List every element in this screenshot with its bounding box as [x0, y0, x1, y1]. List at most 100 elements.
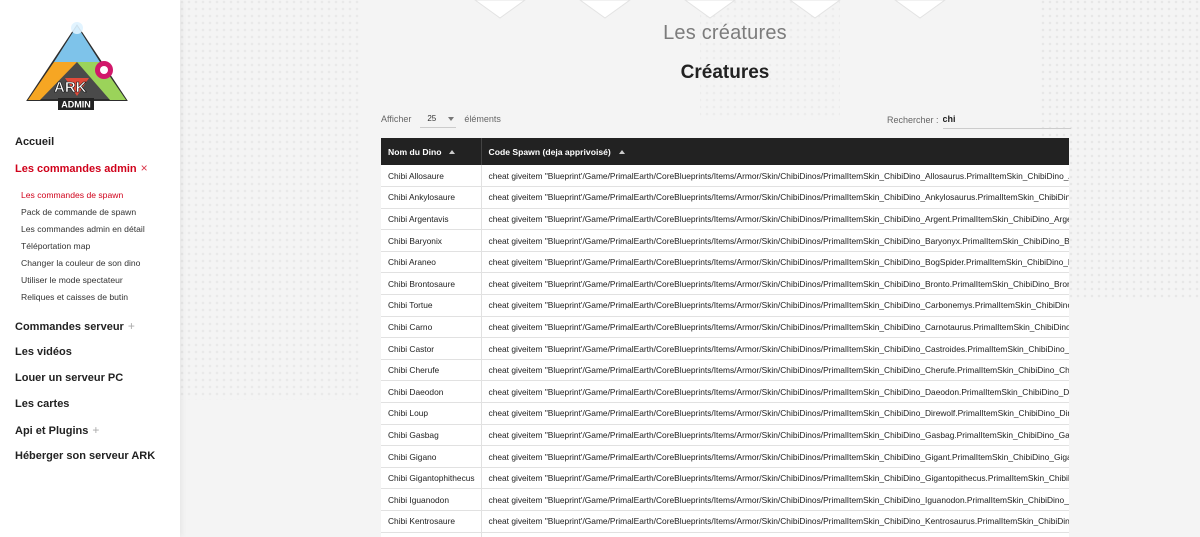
cell-dino-name[interactable]: Chibi Loup	[381, 402, 482, 425]
cell-dino-name[interactable]: Chibi Gigano	[381, 445, 482, 468]
column-header-nom[interactable]: Nom du Dino	[381, 138, 482, 165]
table-row: Chibi Gigantophithecus cheat giveitem "Bl…	[381, 467, 1069, 490]
cell-spawn-code[interactable]: cheat giveitem "Blueprint'/Game/PrimalEa…	[481, 532, 1069, 537]
table-row: Chibi Kentrosaure cheat giveitem "Bluepri…	[381, 510, 1069, 533]
cell-dino-name[interactable]: Chibi Argentavis	[381, 208, 482, 231]
column-header-label: Nom du Dino	[388, 146, 442, 157]
subnav-item-reliques[interactable]: Reliques et caisses de butin	[21, 289, 175, 306]
cell-spawn-code[interactable]: cheat giveitem "Blueprint'/Game/PrimalEa…	[481, 229, 1069, 252]
cell-spawn-code[interactable]: cheat giveitem "Blueprint'/Game/PrimalEa…	[481, 380, 1069, 404]
cell-dino-name[interactable]: Chibi Cherufe	[381, 359, 482, 382]
cell-spawn-code[interactable]: cheat giveitem "Blueprint'/Game/PrimalEa…	[481, 186, 1069, 209]
cell-dino-name[interactable]: Chibi Ankylosaure	[381, 186, 482, 209]
expand-icon[interactable]: +	[92, 423, 99, 437]
main-nav: Accueil Les commandes admin × Les command…	[15, 134, 175, 474]
cell-spawn-code[interactable]: cheat giveitem "Blueprint'/Game/PrimalEa…	[481, 402, 1069, 425]
chevron-down-icon	[448, 116, 455, 121]
table-row: Chibi Lymantriacheat giveitem "Blueprint…	[381, 532, 1069, 537]
nav-item-label: Accueil	[15, 136, 55, 148]
nav-item-label: Les cartes	[15, 398, 70, 410]
cell-dino-name[interactable]: Chibi Araneo	[381, 251, 482, 274]
nav-item-accueil[interactable]: Accueil	[15, 134, 175, 160]
nav-item-videos[interactable]: Les vidéos	[15, 344, 175, 370]
cell-spawn-code[interactable]: cheat giveitem "Blueprint'/Game/PrimalEa…	[481, 294, 1069, 317]
cell-spawn-code[interactable]: cheat giveitem "Blueprint'/Game/PrimalEa…	[481, 359, 1069, 382]
subnav-item-pack-spawn[interactable]: Pack de commande de spawn	[21, 204, 175, 221]
nav-item-api-plugins[interactable]: Api et Plugins +	[15, 422, 175, 448]
subnav-item-teleportation[interactable]: Téléportation map	[21, 238, 175, 255]
table-row: Chibi Ankylosaure cheat giveitem "Bluepri…	[381, 186, 1069, 209]
cell-dino-name[interactable]: Chibi Allosaure	[381, 165, 482, 188]
cell-dino-name[interactable]: Chibi Daeodon	[381, 380, 482, 404]
nav-item-commandes-serveur[interactable]: Commandes serveur +	[15, 318, 175, 344]
cell-spawn-code[interactable]: cheat giveitem "Blueprint'/Game/PrimalEa…	[481, 251, 1069, 274]
table-row: Chibi Daeodon cheat giveitem "Blueprint'/…	[381, 380, 1069, 404]
table-row: Chibi Loup cheat giveitem "Blueprint'/Gam…	[381, 402, 1069, 425]
nav-item-label: Héberger son serveur ARK	[15, 450, 156, 462]
table-row: Chibi Cherufe cheat giveitem "Blueprint'/…	[381, 359, 1069, 382]
nav-item-heberger-serveur[interactable]: Héberger son serveur ARK	[15, 448, 175, 474]
cell-dino-name[interactable]: Chibi Lymantria	[381, 532, 482, 537]
table-row: Chibi Brontosaure cheat giveitem "Bluepri…	[381, 272, 1069, 296]
cell-dino-name[interactable]: Chibi Brontosaure	[381, 272, 482, 296]
subnav-commandes-admin: Les commandes de spawn Pack de commande …	[21, 187, 175, 306]
nav-item-label: Commandes serveur	[15, 321, 124, 333]
search-label: Rechercher :	[887, 114, 939, 125]
collapse-icon[interactable]: ×	[141, 161, 148, 175]
cell-dino-name[interactable]: Chibi Gigantophithecus	[381, 467, 482, 490]
nav-item-commandes-admin[interactable]: Les commandes admin ×	[15, 160, 175, 177]
nav-item-label: Les vidéos	[15, 346, 72, 358]
nav-item-label: Api et Plugins	[15, 425, 89, 437]
cell-spawn-code[interactable]: cheat giveitem "Blueprint'/Game/PrimalEa…	[481, 424, 1069, 447]
subnav-item-spawn[interactable]: Les commandes de spawn	[21, 187, 175, 204]
table-body: Chibi Allosaure cheat giveitem "Blueprint…	[381, 165, 1069, 537]
cell-spawn-code[interactable]: cheat giveitem "Blueprint'/Game/PrimalEa…	[481, 510, 1069, 533]
table-row: Chibi Gasbag cheat giveitem "Blueprint'/G…	[381, 424, 1069, 447]
subnav-item-couleur-dino[interactable]: Changer la couleur de son dino	[21, 255, 175, 272]
page-length-select[interactable]: 25	[420, 110, 457, 128]
ark-logo-icon: ARK ADMIN	[26, 22, 128, 110]
subnav-item-admin-detail[interactable]: Les commandes admin en détail	[21, 221, 175, 238]
cell-dino-name[interactable]: Chibi Castor	[381, 337, 482, 360]
subnav-item-spectateur[interactable]: Utiliser le mode spectateur	[21, 272, 175, 289]
cell-spawn-code[interactable]: cheat giveitem "Blueprint'/Game/PrimalEa…	[481, 337, 1069, 360]
cell-dino-name[interactable]: Chibi Carno	[381, 316, 482, 339]
cell-spawn-code[interactable]: cheat giveitem "Blueprint'/Game/PrimalEa…	[481, 488, 1069, 511]
section-title: Créatures	[680, 62, 770, 83]
column-header-label: Code Spawn (deja apprivoisé)	[488, 146, 611, 157]
page-length-control: Afficher 25 éléments	[381, 110, 501, 128]
nav-item-cartes[interactable]: Les cartes	[15, 396, 175, 422]
table-row: Chibi Castor cheat giveitem "Blueprint'/G…	[381, 337, 1069, 360]
cell-dino-name[interactable]: Chibi Kentrosaure	[381, 510, 482, 533]
cell-spawn-code[interactable]: cheat giveitem "Blueprint'/Game/PrimalEa…	[481, 316, 1069, 339]
table-row: Chibi Carno cheat giveitem "Blueprint'/Ga…	[381, 316, 1069, 339]
ark-admin-logo[interactable]: ARK ADMIN	[18, 18, 136, 114]
nav-item-louer-serveur[interactable]: Louer un serveur PC	[15, 370, 175, 396]
column-header-code[interactable]: Code Spawn (deja apprivoisé)	[481, 138, 1069, 165]
svg-text:ARK: ARK	[54, 79, 87, 96]
cell-spawn-code[interactable]: cheat giveitem "Blueprint'/Game/PrimalEa…	[481, 208, 1069, 231]
page-length-value: 25	[427, 114, 437, 123]
cell-dino-name[interactable]: Chibi Tortue	[381, 294, 482, 317]
table-row: Chibi Araneo cheat giveitem "Blueprint'/G…	[381, 251, 1069, 274]
table-row: Chibi Baryonix cheat giveitem "Blueprint'…	[381, 229, 1069, 252]
length-suffix: éléments	[464, 114, 501, 124]
table-row: Chibi Gigano cheat giveitem "Blueprint'/G…	[381, 445, 1069, 468]
table-row: Chibi Tortue cheat giveitem "Blueprint'/G…	[381, 294, 1069, 317]
table-row: Chibi Iguanodon cheat giveitem "Blueprint…	[381, 488, 1069, 511]
expand-icon[interactable]: +	[128, 319, 135, 333]
cell-dino-name[interactable]: Chibi Iguanodon	[381, 488, 482, 511]
creatures-table: Nom du Dino Code Spawn (deja apprivoisé)…	[381, 138, 1069, 537]
cell-dino-name[interactable]: Chibi Gasbag	[381, 424, 482, 447]
search-control: Rechercher :	[887, 110, 1071, 129]
cell-spawn-code[interactable]: cheat giveitem "Blueprint'/Game/PrimalEa…	[481, 272, 1069, 296]
cell-dino-name[interactable]: Chibi Baryonix	[381, 229, 482, 252]
sort-asc-icon	[618, 150, 625, 155]
cell-spawn-code[interactable]: cheat giveitem "Blueprint'/Game/PrimalEa…	[481, 467, 1069, 490]
nav-item-label: Louer un serveur PC	[15, 372, 124, 384]
nav-item-label: Les commandes admin	[15, 163, 137, 175]
sidebar: ARK ADMIN Accueil Les commandes admin × L…	[0, 0, 180, 537]
cell-spawn-code[interactable]: cheat giveitem "Blueprint'/Game/PrimalEa…	[481, 165, 1069, 188]
search-input[interactable]	[942, 110, 1071, 129]
cell-spawn-code[interactable]: cheat giveitem "Blueprint'/Game/PrimalEa…	[481, 445, 1069, 468]
